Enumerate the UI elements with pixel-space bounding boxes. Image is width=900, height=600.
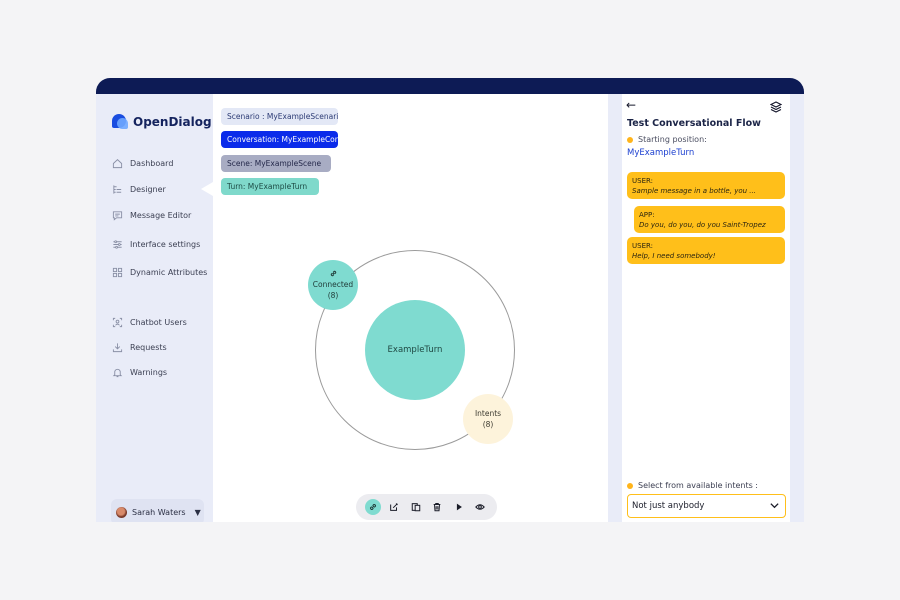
sidebar-item-chatbot-users[interactable]: Chatbot Users xyxy=(112,317,187,328)
sidebar-item-message-editor[interactable]: Message Editor xyxy=(112,210,191,221)
intent-select[interactable]: Not just anybody xyxy=(627,494,786,518)
user-menu[interactable]: Sarah Waters ▼ xyxy=(111,499,204,522)
breadcrumb-scenario[interactable]: Scenario : MyExampleScenario xyxy=(221,108,338,125)
sliders-icon xyxy=(112,239,123,250)
sidebar-item-designer[interactable]: Designer xyxy=(112,184,166,195)
sidebar-item-warnings[interactable]: Warnings xyxy=(112,367,167,378)
yellow-dot-icon xyxy=(627,136,633,143)
link-icon xyxy=(330,270,336,277)
edit-button[interactable] xyxy=(386,499,402,515)
breadcrumb-conversation[interactable]: Conversation: MyExampleConversation xyxy=(221,131,338,148)
delete-button[interactable] xyxy=(429,499,445,515)
link-icon xyxy=(369,503,376,511)
message-text: Do you, do you, do you Saint-Tropez xyxy=(639,221,766,229)
preview-button[interactable] xyxy=(472,499,488,515)
connected-count: (8) xyxy=(327,291,339,300)
start-position-value[interactable]: MyExampleTurn xyxy=(627,148,694,158)
layers-icon[interactable] xyxy=(770,101,782,113)
users-icon xyxy=(112,317,123,328)
canvas-toolbar xyxy=(356,494,497,520)
designer-canvas[interactable]: Scenario : MyExampleScenario Conversatio… xyxy=(213,94,608,522)
sidebar-item-interface-settings[interactable]: Interface settings xyxy=(112,239,200,250)
download-icon xyxy=(112,342,123,353)
message-role: USER: xyxy=(632,242,653,250)
copy-icon xyxy=(411,503,420,512)
grid-icon xyxy=(112,267,123,278)
yellow-dot-icon xyxy=(627,482,633,489)
top-bar xyxy=(96,78,804,94)
message-icon xyxy=(112,210,123,221)
start-position-label: Starting position: xyxy=(627,135,707,144)
sidebar-item-label: Warnings xyxy=(130,368,168,377)
breadcrumb-turn[interactable]: Turn: MyExampleTurn xyxy=(221,178,319,195)
bell-icon xyxy=(112,367,123,378)
opendialog-logo-icon xyxy=(112,114,128,130)
play-button[interactable] xyxy=(451,499,467,515)
start-position-text: Starting position: xyxy=(638,135,707,144)
message-text: Sample message in a bottle, you ... xyxy=(632,187,756,195)
logo[interactable]: OpenDialog xyxy=(112,114,212,130)
link-button[interactable] xyxy=(364,499,381,515)
app-name: OpenDialog xyxy=(133,115,212,129)
breadcrumb-scene[interactable]: Scene: MyExampleScene xyxy=(221,155,331,172)
user-name: Sarah Waters xyxy=(132,507,186,517)
connected-node[interactable]: Connected (8) xyxy=(308,260,358,310)
sidebar-item-label: Dashboard xyxy=(130,159,174,168)
chat-message: USER: Sample message in a bottle, you ..… xyxy=(627,172,785,199)
connected-label: Connected xyxy=(312,280,354,289)
app-window: OpenDialog Dashboard Designer Message Ed… xyxy=(96,78,804,522)
sidebar: OpenDialog Dashboard Designer Message Ed… xyxy=(96,94,213,522)
turn-node[interactable]: ExampleTurn xyxy=(365,300,465,400)
chevron-down-icon: ▼ xyxy=(194,507,201,517)
back-arrow-icon[interactable]: ← xyxy=(626,98,636,112)
message-role: USER: xyxy=(632,177,653,185)
sidebar-item-label: Message Editor xyxy=(130,211,192,220)
message-text: Help, I need somebody! xyxy=(632,252,716,260)
sidebar-item-dynamic-attributes[interactable]: Dynamic Attributes xyxy=(112,267,207,278)
sidebar-item-dashboard[interactable]: Dashboard xyxy=(112,158,173,169)
edit-icon xyxy=(390,503,399,511)
chat-message: USER: Help, I need somebody! xyxy=(627,237,785,264)
sidebar-item-label: Designer xyxy=(130,185,166,194)
intents-node[interactable]: Intents (8) xyxy=(463,394,513,444)
chat-message: APP: Do you, do you, do you Saint-Tropez xyxy=(634,206,785,233)
trash-icon xyxy=(433,503,441,512)
intents-label: Intents xyxy=(474,409,502,418)
play-icon xyxy=(456,503,462,511)
intent-select-value: Not just anybody xyxy=(632,501,705,511)
active-nav-pointer xyxy=(201,182,213,196)
avatar xyxy=(116,506,127,518)
sidebar-item-requests[interactable]: Requests xyxy=(112,342,167,353)
sidebar-item-label: Interface settings xyxy=(130,240,201,249)
sidebar-item-label: Chatbot Users xyxy=(130,318,187,327)
intent-select-label: Select from available intents : xyxy=(627,481,758,490)
sidebar-item-label: Dynamic Attributes xyxy=(130,268,208,277)
intents-count: (8) xyxy=(482,420,494,429)
panel-title: Test Conversational Flow xyxy=(627,118,761,129)
copy-button[interactable] xyxy=(408,499,424,515)
designer-icon xyxy=(112,184,123,195)
chevron-down-icon xyxy=(763,495,785,516)
sidebar-item-label: Requests xyxy=(130,343,167,352)
intent-select-label-text: Select from available intents : xyxy=(638,481,758,490)
eye-icon xyxy=(475,504,486,510)
test-flow-panel: ← Test Conversational Flow Starting posi… xyxy=(622,94,790,522)
message-role: APP: xyxy=(639,211,655,219)
home-icon xyxy=(112,158,123,169)
